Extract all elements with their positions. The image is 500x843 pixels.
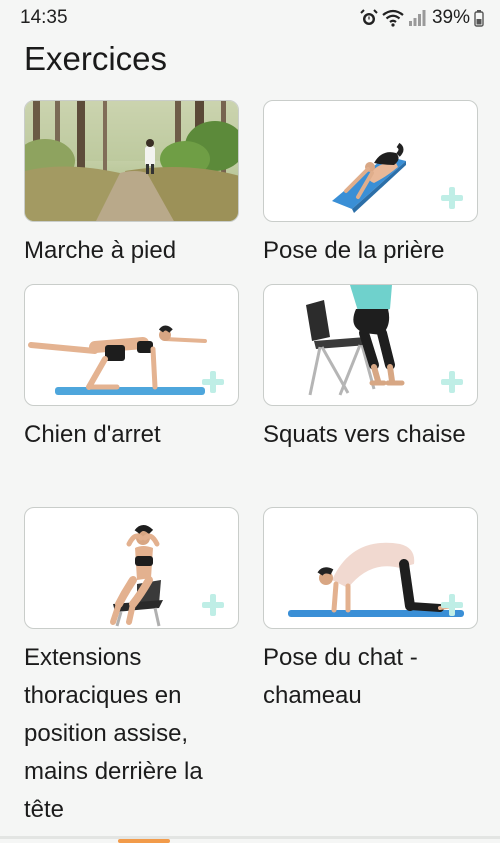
exercise-label: Pose de la prière: [263, 237, 445, 264]
exercise-label: Chien d'arret: [24, 421, 161, 448]
alarm-icon: [360, 9, 378, 25]
exercise-card-chair-squat[interactable]: Squats vers chaise: [263, 284, 478, 454]
exercise-label: Pose du chat - chameau: [263, 644, 418, 709]
add-plus-icon[interactable]: [441, 594, 463, 616]
exercise-thumbnail[interactable]: [24, 284, 239, 406]
add-plus-icon[interactable]: [202, 594, 224, 616]
exercise-label: Marche à pied: [24, 237, 177, 264]
battery-percentage: 39%: [431, 7, 470, 28]
exercise-thumbnail[interactable]: [263, 507, 478, 629]
page-title: Exercices: [24, 40, 168, 77]
forest-walk-photo: [25, 101, 238, 221]
status-time: 14:35: [20, 7, 68, 28]
bottom-tab-indicator: [118, 839, 170, 843]
wifi-icon: [382, 9, 404, 27]
status-bar: 14:35 39%: [0, 0, 500, 36]
exercise-card-bird-dog[interactable]: Chien d'arret: [24, 284, 239, 454]
exercise-thumbnail[interactable]: [263, 284, 478, 406]
exercise-thumbnail[interactable]: [24, 100, 239, 222]
add-plus-icon[interactable]: [441, 187, 463, 209]
exercise-card-prayer-pose[interactable]: Pose de la prière: [263, 100, 478, 270]
add-plus-icon[interactable]: [441, 371, 463, 393]
exercise-thumbnail[interactable]: [263, 100, 478, 222]
exercise-thumbnail[interactable]: [24, 507, 239, 629]
add-plus-icon[interactable]: [202, 371, 224, 393]
status-icons: 39%: [360, 7, 484, 29]
exercise-card-cat-camel[interactable]: Pose du chat - chameau: [263, 507, 478, 715]
exercise-card-thoracic-extension[interactable]: Extensions thoraciques en position assis…: [24, 507, 239, 829]
exercise-label: Extensions thoraciques en position assis…: [24, 644, 203, 823]
bottom-divider: [0, 836, 500, 839]
signal-icon: [408, 10, 426, 26]
battery-icon: [474, 10, 484, 27]
exercise-card-walking[interactable]: Marche à pied: [24, 100, 239, 270]
exercise-label: Squats vers chaise: [263, 421, 466, 448]
